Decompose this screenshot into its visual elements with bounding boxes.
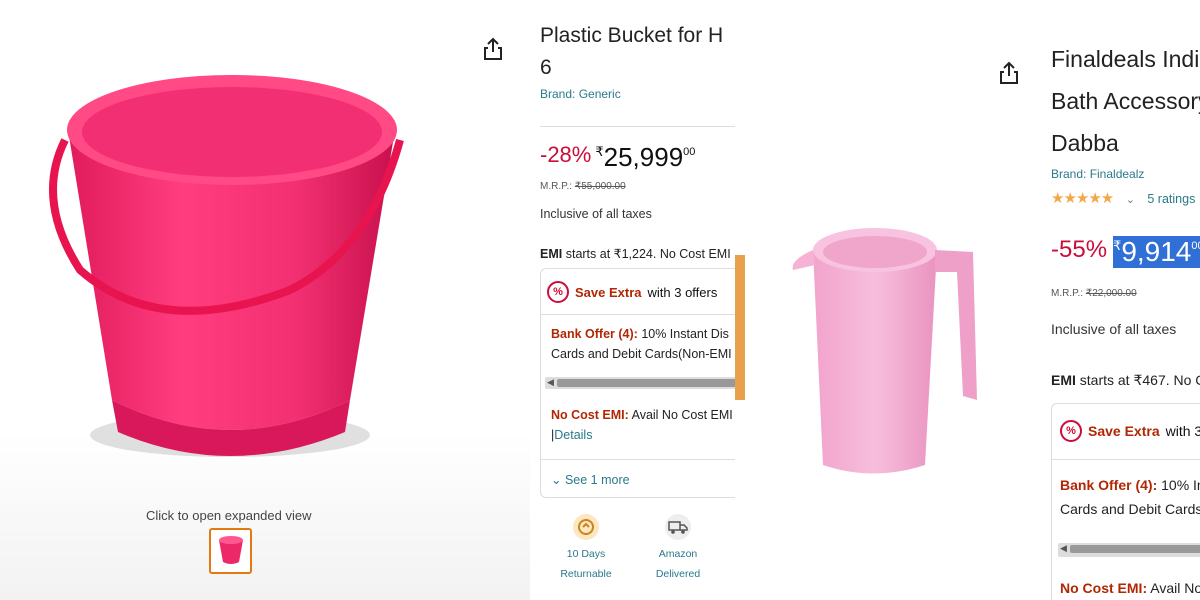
taxes-note-text: Inclusive of all taxes (1051, 321, 1177, 337)
return-box-icon (573, 514, 599, 540)
chevron-down-icon: ⌄ (1125, 194, 1135, 206)
price-row: -28% ₹ 25,999 00 (540, 142, 695, 173)
product-title[interactable]: Finaldeals Indiar (1051, 38, 1200, 80)
bank-offer-text-2: Cards and Debit Cards(Non-EMI (551, 347, 732, 361)
product-title-continued[interactable]: Bath Accessory S (1051, 80, 1200, 122)
screenshot-divider (735, 255, 745, 400)
left-product-details: Plastic Bucket for H 6 Brand: Generic -2… (530, 0, 735, 600)
taxes-note: Inclusive of all taxes (540, 207, 652, 221)
emi-text: starts at ₹467. No Cost (1079, 372, 1200, 388)
offers-scrollbar[interactable]: ◀ (1058, 543, 1200, 557)
divider (540, 126, 735, 127)
bank-offer-label: Bank Offer (4): (551, 327, 638, 341)
emi-info: EMI starts at ₹1,224. No Cost EMI (540, 246, 731, 261)
mrp-label: M.R.P.: (1051, 288, 1084, 299)
jug-image[interactable] (785, 210, 1005, 490)
feature-line1: Amazon (658, 548, 698, 560)
image-thumbnail[interactable] (209, 528, 252, 574)
expand-view-caption: Click to open expanded view (146, 508, 312, 523)
currency-symbol: ₹ (1113, 238, 1122, 253)
emi-info: EMI starts at ₹467. No Cost (1051, 372, 1200, 389)
bank-offer-text-2: Cards and Debit Cards(No (1060, 501, 1200, 517)
see-more-link[interactable]: ⌄ See 1 more (551, 472, 630, 487)
price-fraction: 00 (1191, 240, 1200, 252)
product-title[interactable]: Plastic Bucket for H (540, 20, 723, 52)
no-cost-emi-label: No Cost EMI: (1060, 580, 1148, 596)
save-extra-label: Save Extra (1088, 423, 1160, 439)
discount-percent: -55% (1051, 236, 1108, 263)
feature-line1: 10 Days (566, 548, 606, 560)
bank-offer-label: Bank Offer (4): (1060, 477, 1158, 493)
bank-offer-text: 10% Instant Dis (641, 327, 729, 341)
bank-offer[interactable]: Bank Offer (4): 10% Instant Dis Cards an… (551, 324, 732, 364)
share-button[interactable] (994, 58, 1024, 88)
price-value: 25,999 (603, 142, 684, 172)
right-product-gallery (745, 0, 1045, 600)
chevron-down-icon: ⌄ (551, 473, 562, 487)
brand-link[interactable]: Brand: Generic (540, 87, 621, 101)
discount-percent: -28% (540, 142, 592, 167)
offers-box: % Save Extra with 3 offers Bank Offer (4… (540, 268, 735, 498)
no-cost-emi-offer[interactable]: No Cost EMI: Avail No Co (1060, 578, 1200, 598)
mrp-label: M.R.P.: (540, 181, 573, 192)
feature-amazon-delivered[interactable]: Amazon Delivered (646, 514, 710, 584)
offers-count: with 3 of (1165, 423, 1200, 439)
feature-icons: 10 Days Returnable Amazon Delivered N (554, 514, 735, 584)
mrp-value: ₹55,000.00 (574, 181, 626, 192)
left-product-gallery: Click to open expanded view (0, 0, 530, 600)
mrp: M.R.P.: ₹22,000.00 (1051, 288, 1137, 299)
product-title-continued[interactable]: 6 (540, 52, 723, 84)
offers-header[interactable]: % Save Extra with 3 of (1060, 420, 1200, 442)
ratings-count-link[interactable]: 5 ratings (1147, 192, 1195, 206)
scroll-left-icon[interactable]: ◀ (547, 377, 554, 388)
bucket-image[interactable] (40, 50, 460, 490)
feature-line2: Returnable (560, 568, 612, 580)
price-row: -55% ₹ 9,914 00 (1051, 236, 1200, 268)
rating-row[interactable]: ★★★★★ ⌄ 5 ratings (1051, 189, 1195, 208)
scrollbar-thumb[interactable] (1070, 545, 1200, 553)
share-icon (484, 37, 502, 60)
feature-line2: Delivered (655, 568, 701, 580)
bucket-thumbnail-icon (218, 536, 243, 564)
divider (541, 459, 735, 460)
divider (1052, 459, 1200, 460)
selected-price: ₹ 9,914 00 (1113, 236, 1200, 268)
delivery-truck-icon (665, 514, 691, 540)
emi-label: EMI (1051, 372, 1076, 388)
details-link[interactable]: Details (554, 428, 592, 442)
offers-box: % Save Extra with 3 of Bank Offer (4): 1… (1051, 403, 1200, 600)
bank-offer-text: 10% Insta (1161, 477, 1200, 493)
save-extra-label: Save Extra (575, 284, 642, 300)
offer-badge-icon: % (547, 281, 569, 303)
emi-text: starts at ₹1,224. No Cost EMI (565, 247, 731, 261)
scroll-left-icon[interactable]: ◀ (1060, 543, 1067, 554)
price-fraction: 00 (683, 146, 696, 158)
divider (541, 314, 735, 315)
feature-returnable[interactable]: 10 Days Returnable (554, 514, 618, 584)
offers-count: with 3 offers (647, 284, 718, 300)
no-cost-emi-text: Avail No Co (1150, 580, 1200, 596)
price-value: 9,914 (1121, 236, 1192, 267)
share-button[interactable] (478, 34, 508, 64)
offer-badge-icon: % (1060, 420, 1082, 442)
share-icon (1000, 61, 1018, 84)
star-rating-icon: ★★★★★ (1051, 190, 1114, 207)
mrp-value: ₹22,000.00 (1085, 288, 1137, 299)
currency-symbol: ₹ (595, 144, 604, 159)
no-cost-emi-label: No Cost EMI: (551, 408, 629, 422)
no-cost-emi-offer[interactable]: No Cost EMI: Avail No Cost EMI |Details (551, 405, 733, 445)
bank-offer[interactable]: Bank Offer (4): 10% Insta Cards and Debi… (1060, 473, 1200, 521)
offers-scrollbar[interactable]: ◀ (545, 377, 735, 389)
no-cost-emi-text: Avail No Cost EMI (631, 408, 733, 422)
brand-link[interactable]: Brand: Finaldealz (1051, 167, 1144, 181)
mrp: M.R.P.: ₹55,000.00 (540, 181, 626, 192)
see-more-label: See 1 more (564, 473, 630, 487)
offers-header[interactable]: % Save Extra with 3 offers (547, 281, 717, 303)
emi-label: EMI (540, 247, 563, 261)
right-product-details: Finaldeals Indiar Bath Accessory S Dabba… (1045, 0, 1200, 600)
scrollbar-thumb[interactable] (557, 379, 735, 387)
product-title-end[interactable]: Dabba (1051, 122, 1200, 164)
